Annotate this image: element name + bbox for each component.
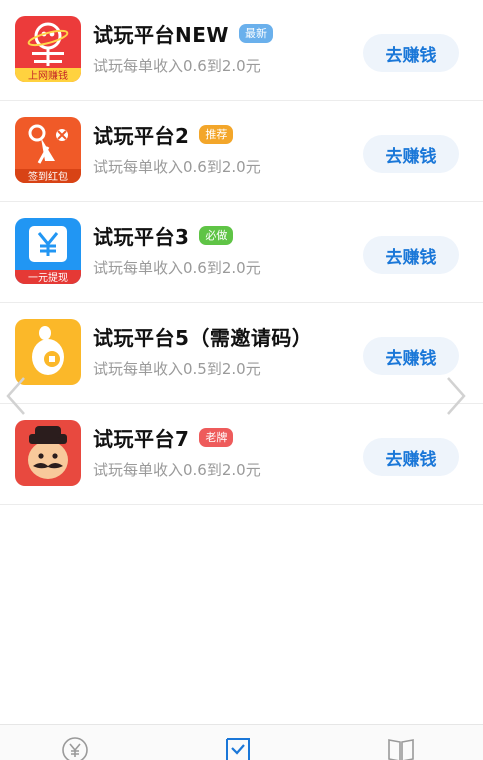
task-check-icon bbox=[226, 738, 250, 760]
title-line: 试玩平台2 推荐 bbox=[93, 119, 234, 149]
title-line: 试玩平台3 必做 bbox=[93, 220, 234, 250]
app-title: 试玩平台NEW bbox=[93, 22, 229, 47]
scissors-app-icon[interactable]: 签到红包 bbox=[15, 117, 81, 183]
title-line: 试玩平台NEW 最新 bbox=[93, 18, 273, 48]
mustache-man-app-icon[interactable] bbox=[15, 420, 81, 486]
svg-text:签到红包: 签到红包 bbox=[28, 170, 68, 183]
app-description: 试玩每单收入0.6到2.0元 bbox=[93, 57, 261, 75]
list-item[interactable]: 一元提现 试玩平台3 必做 试玩每单收入0.6到2.0元 去赚钱 bbox=[0, 202, 483, 303]
app-description: 试玩每单收入0.6到2.0元 bbox=[93, 461, 261, 479]
earn-money-button[interactable]: 去赚钱 bbox=[363, 236, 459, 274]
svg-text:上网赚钱: 上网赚钱 bbox=[28, 69, 68, 82]
yuan-app-icon[interactable]: 一元提现 bbox=[15, 218, 81, 284]
yuan-coin-icon bbox=[62, 737, 88, 760]
tag-badge: 必做 bbox=[199, 225, 234, 245]
earn-money-button[interactable]: 去赚钱 bbox=[363, 438, 459, 476]
svg-text:一元提现: 一元提现 bbox=[28, 272, 68, 284]
app-list: 上网赚钱 试玩平台NEW 最新 试玩每单收入0.6到2.0元 去赚钱 签到红包 … bbox=[0, 0, 483, 505]
tag-badge: 推荐 bbox=[199, 124, 234, 144]
tab-money[interactable] bbox=[60, 735, 90, 760]
earn-money-button[interactable]: 去赚钱 bbox=[363, 337, 459, 375]
tab-guide[interactable] bbox=[386, 735, 416, 760]
bottom-tab-bar bbox=[0, 724, 483, 760]
planet-app-icon[interactable]: 上网赚钱 bbox=[15, 16, 81, 82]
list-item[interactable]: 签到红包 试玩平台2 推荐 试玩每单收入0.6到2.0元 去赚钱 bbox=[0, 101, 483, 202]
chevron-right-icon[interactable] bbox=[442, 374, 472, 418]
app-description: 试玩每单收入0.5到2.0元 bbox=[93, 360, 261, 378]
app-description: 试玩每单收入0.6到2.0元 bbox=[93, 259, 261, 277]
app-title: 试玩平台7 bbox=[93, 426, 190, 451]
book-icon bbox=[388, 739, 414, 760]
chevron-left-icon[interactable] bbox=[0, 374, 30, 418]
app-title: 试玩平台5（需邀请码） bbox=[93, 325, 313, 350]
mustache-man-app-icon-graphic bbox=[15, 420, 81, 486]
list-item[interactable]: 上网赚钱 试玩平台NEW 最新 试玩每单收入0.6到2.0元 去赚钱 bbox=[0, 0, 483, 101]
list-item[interactable]: 试玩平台7 老牌 试玩每单收入0.6到2.0元 去赚钱 bbox=[0, 404, 483, 505]
tag-badge: 最新 bbox=[238, 23, 273, 43]
tab-tasks[interactable] bbox=[223, 735, 253, 760]
list-item[interactable]: 试玩平台5（需邀请码） 试玩每单收入0.5到2.0元 去赚钱 bbox=[0, 303, 483, 404]
app-description: 试玩每单收入0.6到2.0元 bbox=[93, 158, 261, 176]
earn-money-button[interactable]: 去赚钱 bbox=[363, 34, 459, 72]
app-title: 试玩平台2 bbox=[93, 123, 190, 148]
scissors-app-icon-graphic: 签到红包 bbox=[15, 117, 81, 183]
yuan-app-icon-graphic: 一元提现 bbox=[15, 218, 81, 284]
app-title: 试玩平台3 bbox=[93, 224, 190, 249]
planet-app-icon-graphic: 上网赚钱 bbox=[15, 16, 81, 82]
tag-badge: 老牌 bbox=[199, 427, 234, 447]
earn-money-button[interactable]: 去赚钱 bbox=[363, 135, 459, 173]
title-line: 试玩平台5（需邀请码） bbox=[93, 321, 312, 351]
title-line: 试玩平台7 老牌 bbox=[93, 422, 234, 452]
